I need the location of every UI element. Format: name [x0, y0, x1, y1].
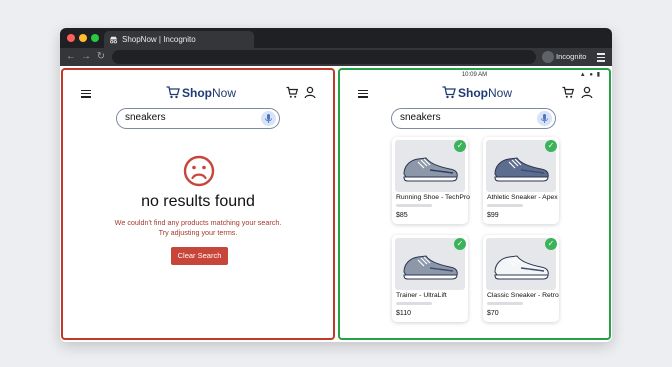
product-image[interactable]: ✓ [486, 238, 557, 290]
brand-word-shop: Shop [182, 86, 212, 100]
brand-word-now: Now [212, 86, 237, 100]
mic-icon [265, 114, 272, 123]
back-arrow-icon[interactable]: ← [65, 51, 77, 63]
product-name[interactable]: Classic Sneaker - Retro [487, 292, 559, 299]
cart-icon[interactable] [562, 86, 574, 99]
user-icon[interactable] [304, 86, 316, 99]
incognito-avatar-icon [542, 51, 554, 63]
product-image[interactable]: ✓ [486, 140, 557, 192]
address-bar[interactable] [112, 50, 536, 64]
product-card[interactable]: ✓ Trainer - UltraLift $110 [392, 235, 468, 322]
incognito-profile-button[interactable]: Incognito [540, 49, 590, 65]
check-icon: ✓ [454, 140, 466, 152]
product-price: $70 [487, 310, 499, 317]
search-input[interactable]: sneakers [116, 108, 280, 129]
product-name[interactable]: Athletic Sneaker - Apex [487, 194, 558, 201]
search-value: sneakers [400, 112, 441, 123]
status-time: 10:09 AM [461, 72, 488, 78]
brand-word-now: Now [488, 86, 513, 100]
tab-title: ShopNow | Incognito [122, 35, 196, 44]
browser-toolbar: ← → ↻ Incognito [60, 48, 612, 66]
no-results-title: no results found [141, 193, 255, 210]
browser-tab[interactable]: ShopNow | Incognito [104, 31, 254, 48]
product-price: $110 [396, 310, 412, 317]
shoe-image [494, 255, 549, 280]
rating-placeholder-bar [396, 302, 432, 305]
no-results-line-2: Try adjusting your terms. [158, 228, 238, 237]
title-bar: ShopNow | Incognito [60, 28, 612, 48]
reload-icon[interactable]: ↻ [95, 51, 107, 63]
cart-icon[interactable] [286, 86, 298, 99]
shopnow-logo[interactable]: ShopNow [166, 85, 236, 101]
product-price: $85 [396, 212, 408, 219]
product-card[interactable]: ✓ Running Shoe - TechPro $85 [392, 137, 470, 224]
clear-search-button[interactable]: Clear Search [171, 247, 228, 265]
product-name[interactable]: Trainer - UltraLift [396, 292, 447, 299]
incognito-label: Incognito [556, 52, 587, 61]
rating-placeholder-bar [487, 204, 523, 207]
mic-icon [541, 114, 548, 123]
logo-cart-icon [166, 86, 180, 99]
search-value: sneakers [125, 112, 166, 123]
check-icon: ✓ [545, 140, 557, 152]
mic-button[interactable] [261, 111, 276, 126]
product-card[interactable]: ✓ Classic Sneaker - Retro $70 [483, 235, 559, 322]
mic-button[interactable] [537, 111, 552, 126]
minimize-window-button[interactable] [79, 34, 87, 42]
menu-icon[interactable] [358, 88, 370, 98]
maximize-window-button[interactable] [91, 34, 99, 42]
incognito-icon [109, 36, 118, 44]
status-icons: ▲ ● ▮ [579, 72, 601, 78]
browser-menu-icon[interactable] [596, 51, 606, 63]
no-results-message: We couldn't find any products matching y… [63, 218, 333, 238]
shoe-image [403, 157, 458, 182]
product-image[interactable]: ✓ [395, 238, 466, 290]
shopnow-logo[interactable]: ShopNow [442, 85, 512, 101]
product-image[interactable]: ✓ [395, 140, 466, 192]
product-name[interactable]: Running Shoe - TechPro [396, 194, 470, 201]
product-price: $99 [487, 212, 499, 219]
search-input[interactable]: sneakers [391, 108, 556, 129]
close-window-button[interactable] [67, 34, 75, 42]
user-icon[interactable] [581, 86, 593, 99]
brand-word-shop: Shop [458, 86, 488, 100]
shoe-image [494, 157, 549, 182]
browser-window: ShopNow | Incognito ← → ↻ Incognito Shop… [60, 28, 612, 342]
check-icon: ✓ [454, 238, 466, 250]
logo-cart-icon [442, 86, 456, 99]
status-bar: 10:09 AM ▲ ● ▮ [340, 70, 609, 80]
no-results-panel: ShopNow sneakers no results found We cou… [61, 68, 335, 340]
sad-face-icon [183, 155, 215, 187]
forward-arrow-icon[interactable]: → [80, 51, 92, 63]
rating-placeholder-bar [487, 302, 523, 305]
no-results-line-1: We couldn't find any products matching y… [114, 218, 282, 227]
menu-icon[interactable] [81, 88, 93, 98]
results-panel: 10:09 AM ▲ ● ▮ ShopNow sneakers ✓ Runnin… [338, 68, 611, 340]
shoe-image [403, 255, 458, 280]
check-icon: ✓ [545, 238, 557, 250]
rating-placeholder-bar [396, 204, 432, 207]
product-card[interactable]: ✓ Athletic Sneaker - Apex $99 [483, 137, 559, 224]
